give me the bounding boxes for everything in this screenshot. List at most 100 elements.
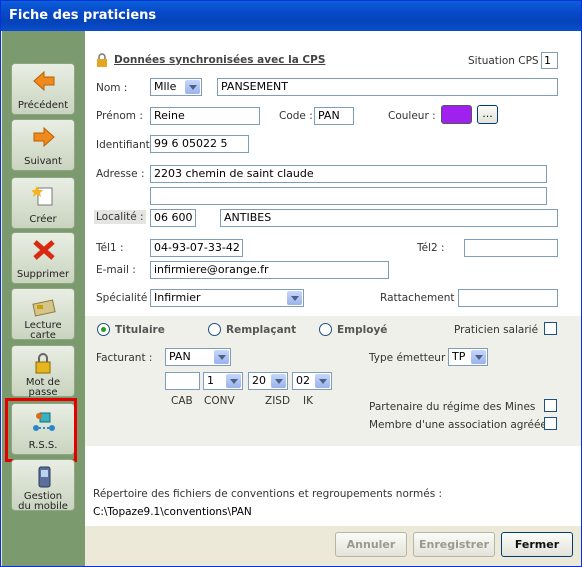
tel2-label: Tél2 : [417, 242, 445, 254]
window-title: Fiche des praticiens [9, 8, 157, 23]
chevron-down-icon[interactable] [315, 374, 330, 388]
tel2-field[interactable] [464, 239, 558, 257]
salarie-label: Praticien salarié [454, 324, 539, 336]
identifiant-label: Identifiant : [96, 139, 157, 151]
conv-value: 1 [207, 374, 214, 387]
password-label-2: passe [28, 387, 58, 398]
next-button[interactable]: Suivant [11, 119, 75, 171]
new-document-icon [32, 186, 53, 206]
titulaire-radio[interactable] [97, 323, 110, 336]
chevron-down-icon[interactable] [185, 80, 200, 94]
rattachement-field[interactable] [458, 289, 558, 307]
nom-field[interactable]: PANSEMENT [217, 78, 558, 96]
password-button[interactable]: Mot de passe [11, 345, 75, 398]
specialite-label: Spécialité : [96, 292, 155, 304]
close-button[interactable]: Fermer [501, 532, 573, 557]
tel1-field[interactable]: 04-93-07-33-42 [150, 239, 243, 257]
delete-label: Supprimer [16, 269, 70, 280]
code-postal-field[interactable]: 06 600 [150, 209, 196, 227]
lock-icon [35, 353, 51, 374]
civilite-select[interactable]: Mlle [150, 78, 202, 96]
repertoire-path: C:\Topaze9.1\conventions\PAN [93, 506, 252, 518]
remplacant-radio[interactable] [208, 323, 221, 336]
code-label: Code : [279, 110, 313, 122]
remplacant-label: Remplaçant [226, 324, 297, 336]
lock-small-icon [97, 53, 107, 67]
mines-checkbox[interactable] [544, 399, 557, 412]
prenom-label: Prénom : [96, 110, 143, 122]
chevron-down-icon[interactable] [226, 374, 241, 388]
delete-x-icon [33, 240, 55, 260]
nom-label: Nom : [96, 82, 128, 94]
type-emetteur-label: Type émetteur : [369, 352, 453, 364]
email-label: E-mail : [96, 264, 136, 276]
type-emetteur-value: TP [452, 350, 466, 363]
sync-label: Données synchronisées avec la CPS [114, 54, 326, 66]
delete-button[interactable]: Supprimer [11, 232, 75, 284]
cab-field[interactable] [165, 372, 200, 390]
chevron-down-icon[interactable] [287, 291, 302, 305]
employe-radio[interactable] [319, 323, 332, 336]
mobile-phone-icon [38, 466, 51, 488]
civilite-value: Mlle [154, 80, 177, 93]
ik-label: IK [303, 395, 313, 407]
couleur-swatch[interactable] [441, 105, 472, 124]
facturant-select[interactable]: PAN [165, 348, 231, 366]
facturant-value: PAN [169, 350, 191, 363]
code-field[interactable]: PAN [314, 107, 354, 125]
rattachement-label: Rattachement : [380, 292, 462, 304]
salarie-checkbox[interactable] [544, 322, 557, 335]
chevron-down-icon[interactable] [271, 374, 286, 388]
chevron-down-icon[interactable] [214, 350, 229, 364]
cab-label: CAB [171, 395, 193, 407]
card-reader-icon [32, 299, 56, 317]
conv-label: CONV [204, 395, 235, 407]
zisd-value: 20 [252, 374, 266, 387]
couleur-picker-button[interactable]: ... [477, 105, 498, 124]
rss-highlight-frame [5, 398, 77, 462]
repertoire-label: Répertoire des fichiers de conventions e… [93, 488, 443, 500]
ik-value: 02 [296, 374, 310, 387]
create-button[interactable]: Créer [11, 177, 75, 229]
titulaire-label: Titulaire [115, 324, 165, 336]
read-card-label-2: carte [30, 330, 56, 341]
previous-label: Précédent [17, 100, 69, 111]
situation-cps-field[interactable]: 1 [541, 52, 558, 69]
save-button[interactable]: Enregistrer [413, 532, 495, 557]
tel1-label: Tél1 : [96, 242, 124, 254]
adresse-line1-field[interactable]: 2203 chemin de saint claude [150, 165, 547, 183]
facturant-label: Facturant : [96, 352, 153, 364]
identifiant-field[interactable]: 99 6 05022 5 [150, 135, 249, 153]
situation-cps-label: Situation CPS : [468, 55, 546, 67]
ville-field[interactable]: ANTIBES [220, 209, 558, 227]
association-label: Membre d'une association agréée [369, 419, 547, 431]
ik-select[interactable]: 02 [292, 372, 332, 390]
couleur-label: Couleur : [388, 110, 436, 122]
prenom-field[interactable]: Reine [150, 107, 260, 125]
specialite-select[interactable]: Infirmier [150, 289, 304, 307]
adresse-line2-field[interactable] [150, 187, 547, 205]
previous-button[interactable]: Précédent [11, 63, 75, 115]
arrow-right-icon [33, 126, 55, 148]
mobile-button[interactable]: Gestion du mobile [11, 459, 75, 512]
conv-select[interactable]: 1 [203, 372, 243, 390]
adresse-label: Adresse : [96, 168, 145, 180]
arrow-left-icon [33, 70, 55, 92]
localite-label: Localité : [94, 210, 146, 224]
mobile-label-2: du mobile [18, 501, 68, 512]
cancel-button[interactable]: Annuler [335, 532, 407, 557]
association-checkbox[interactable] [544, 417, 557, 430]
specialite-value: Infirmier [154, 291, 201, 304]
employe-label: Employé [337, 324, 388, 336]
zisd-label: ZISD [265, 395, 291, 407]
create-label: Créer [29, 214, 57, 225]
mines-label: Partenaire du régime des Mines [369, 401, 536, 413]
chevron-down-icon[interactable] [471, 350, 486, 364]
title-bar: Fiche des praticiens [1, 1, 581, 31]
email-field[interactable]: infirmiere@orange.fr [150, 261, 389, 279]
zisd-select[interactable]: 20 [248, 372, 288, 390]
type-emetteur-select[interactable]: TP [448, 348, 488, 366]
next-label: Suivant [24, 156, 62, 167]
praticien-window: Fiche des praticiens Précédent Suivant C… [0, 0, 582, 567]
read-card-button[interactable]: Lecture carte [11, 288, 75, 341]
